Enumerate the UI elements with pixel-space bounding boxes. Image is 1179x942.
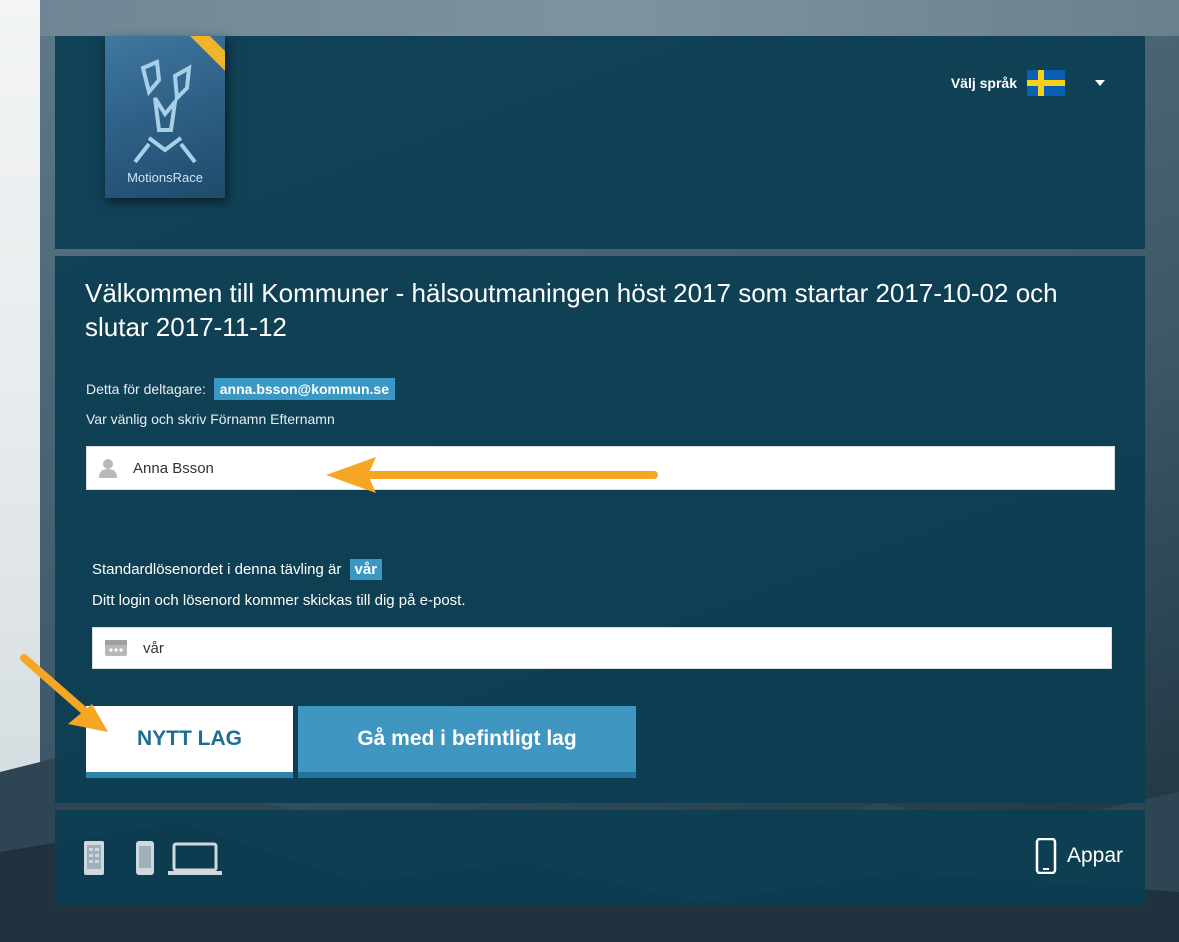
chevron-down-icon[interactable] [1095,80,1105,86]
header-panel: MotionsRace Välj språk [55,36,1145,249]
password-highlight: vår [349,559,383,580]
user-icon [99,459,117,478]
new-team-button[interactable]: NYTT LAG [86,706,293,778]
background-top [40,0,1179,36]
password-prefix: Standardlösenordet i denna tävling är [92,561,342,578]
join-team-button[interactable]: Gå med i befintligt lag [298,706,636,778]
registration-panel: Välkommen till Kommuner - hälsoutmaninge… [55,256,1145,803]
sweden-flag-icon [1027,70,1065,96]
password-field[interactable]: vår [92,627,1112,669]
name-instruction: Var vänlig och skriv Förnamn Efternamn [86,411,335,427]
phone-icon [136,841,154,875]
tablet-icon [84,841,104,875]
device-icons [83,840,223,876]
annotation-arrow-down [20,654,108,732]
apps-link[interactable]: Appar [1035,838,1123,874]
language-label: Välj språk [950,75,1017,91]
password-value: vår [143,639,164,657]
participant-line: Detta för deltagare: anna.bsson@kommun.s… [86,378,395,400]
language-selector[interactable]: Välj språk [951,70,1105,96]
page-title: Välkommen till Kommuner - hälsoutmaninge… [85,278,1058,342]
password-line: Standardlösenordet i denna tävling är vå… [92,559,383,580]
password-info: Ditt login och lösenord kommer skickas t… [92,592,466,609]
logo-text: MotionsRace [127,170,203,185]
logo-mark-icon [133,59,197,164]
annotation-arrow-right [326,457,658,493]
motionsrace-logo[interactable]: MotionsRace [105,36,225,198]
laptop-icon [168,842,222,875]
apps-label: Appar [1066,844,1123,867]
participant-email: anna.bsson@kommun.se [213,378,395,400]
footer-panel: Appar [55,810,1145,906]
name-value: Anna Bsson [133,459,214,477]
smartphone-icon [1035,838,1057,874]
participant-prefix: Detta för deltagare: [86,381,206,397]
